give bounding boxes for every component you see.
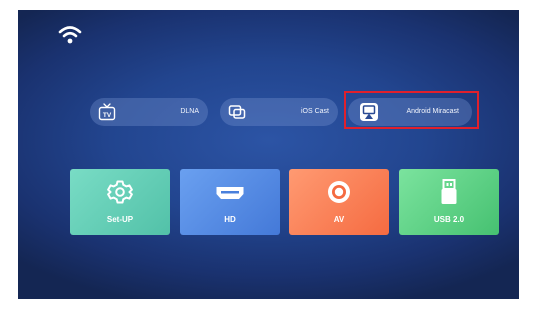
tv-icon: TV xyxy=(98,103,116,121)
av-label: AV xyxy=(333,215,345,224)
projector-home-screen: TV DLNA iOS Cast Android Miracast Set-UP xyxy=(18,10,519,299)
av-tile[interactable]: AV xyxy=(289,169,389,235)
setup-label: Set-UP xyxy=(106,215,134,224)
svg-text:TV: TV xyxy=(103,112,112,119)
usb-tile[interactable]: USB 2.0 xyxy=(399,169,499,235)
hdmi-icon xyxy=(216,187,244,199)
usb-label: USB 2.0 xyxy=(433,215,465,224)
gear-icon xyxy=(107,180,133,204)
hd-label: HD xyxy=(224,215,236,224)
setup-tile[interactable]: Set-UP xyxy=(70,169,170,235)
ios-cast-button[interactable]: iOS Cast xyxy=(220,98,338,126)
av-icon xyxy=(328,181,350,203)
hd-tile[interactable]: HD xyxy=(180,169,280,235)
screen-mirror-icon xyxy=(228,105,246,119)
dlna-label: DLNA xyxy=(180,108,199,115)
wifi-icon xyxy=(58,26,82,44)
usb-icon xyxy=(441,179,457,204)
selection-highlight-box xyxy=(344,91,479,129)
dlna-button[interactable]: TV DLNA xyxy=(90,98,208,126)
ios-cast-label: iOS Cast xyxy=(300,108,329,115)
